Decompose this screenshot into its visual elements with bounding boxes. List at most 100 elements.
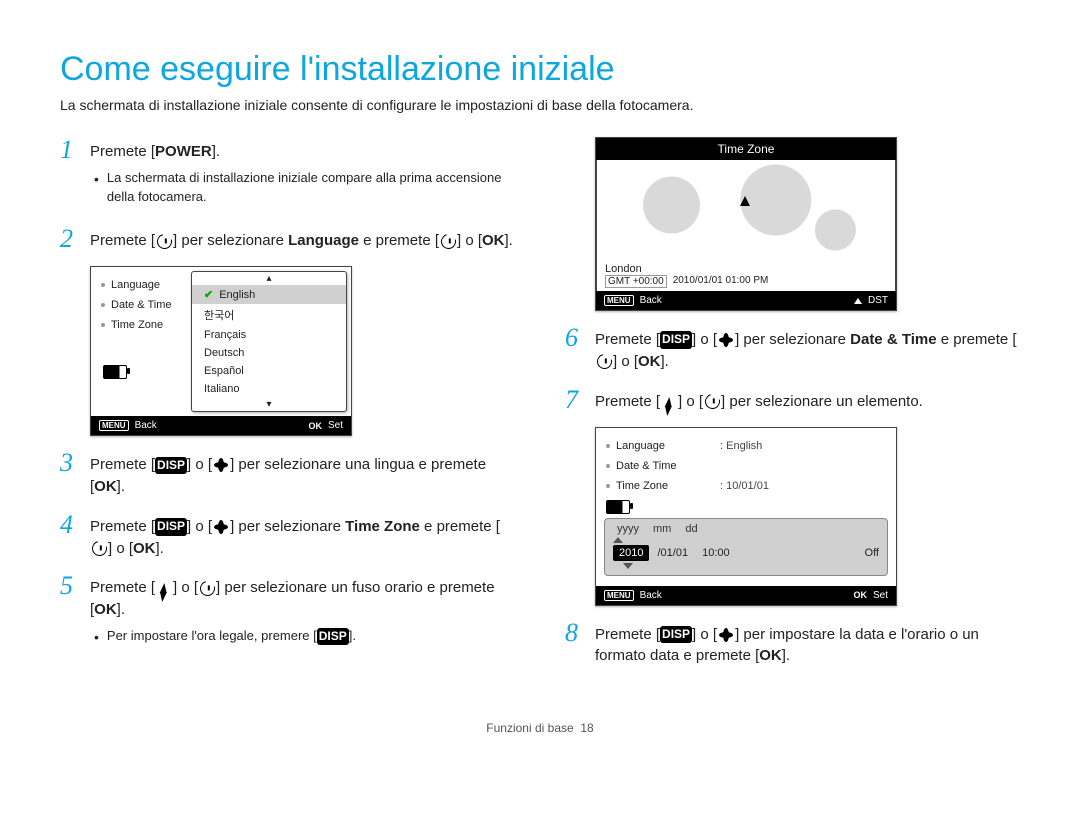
s1-bullet: La schermata di installazione iniziale c… (107, 169, 515, 207)
step-number: 2 (60, 226, 80, 252)
off-val: Off (865, 547, 879, 559)
ok-label: OK (94, 601, 117, 618)
s2-b: ] per selezionare (173, 232, 288, 249)
step-number: 6 (565, 325, 585, 373)
disp-label: DISP (155, 518, 187, 535)
year-selected: 2010 (613, 545, 649, 561)
disp-label: DISP (660, 331, 692, 348)
datetime-label: Date & Time (850, 331, 936, 348)
up-icon (613, 537, 623, 543)
ok-label: OK (638, 353, 661, 370)
lang-korean: 한국어 (192, 304, 346, 326)
s6-b: ] o [ (692, 331, 717, 348)
s3-d: ]. (117, 478, 125, 495)
s7-c: ] per selezionare un elemento. (721, 393, 923, 410)
language-screen: Language Date & Time Time Zone ▴ ✔Englis… (90, 266, 352, 436)
step-number: 1 (60, 137, 80, 212)
map-pin-icon (740, 196, 750, 206)
menu-item-language: Language (616, 440, 665, 452)
bullet-dot: • (94, 627, 99, 647)
s8-b: ] o [ (692, 626, 717, 643)
step-number: 8 (565, 620, 585, 668)
s7-b: ] o [ (678, 393, 703, 410)
up-icon (854, 298, 862, 304)
lcd-footer: MENUBack OKSet (596, 586, 896, 605)
menu-item-timezone: Time Zone (111, 319, 163, 331)
timer-icon (198, 580, 216, 596)
disp-label: DISP (155, 457, 187, 474)
language-label: Language (288, 232, 359, 249)
menu-item-timezone: Time Zone (616, 480, 668, 492)
lcd-footer: MENUBack OKSet (91, 416, 351, 435)
s5-b: ] o [ (173, 579, 198, 596)
date-input-box: yyyy mm dd 2010 /01/01 10:00 (604, 518, 888, 576)
flash-icon (155, 580, 173, 596)
step-4: 4 Premete [DISP] o [] per selezionare Ti… (60, 512, 515, 560)
step-6: 6 Premete [DISP] o [] per selezionare Da… (565, 325, 1020, 373)
ok-label: OK (759, 647, 782, 664)
left-column: 1 Premete [POWER]. • La schermata di ins… (60, 137, 515, 681)
tz-datetime: 2010/01/01 01:00 PM (673, 275, 769, 288)
step-number: 4 (60, 512, 80, 560)
time-val: 10:00 (702, 547, 730, 559)
step-5: 5 Premete [] o [] per selezionare un fus… (60, 573, 515, 653)
step-7: 7 Premete [ ] o [ ] per selezionare un ele… (565, 387, 1020, 413)
s2-e: ]. (505, 232, 513, 249)
step-3: 3 Premete [DISP] o [] per selezionare un… (60, 450, 515, 498)
lang-italiano: Italiano (192, 380, 346, 398)
s8-a: Premete [ (595, 626, 660, 643)
head-mm: mm (653, 523, 671, 535)
val-timezone: : 10/01/01 (720, 476, 888, 496)
lang-espanol: Español (192, 362, 346, 380)
menu-list: Language Date & Time Time Zone (600, 432, 716, 500)
step-number: 7 (565, 387, 585, 413)
step-2: 2 Premete [] per selezionare Language e … (60, 226, 515, 252)
s4-d: e premete [ (420, 518, 500, 535)
check-icon: ✔ (204, 288, 213, 301)
s6-c: ] per selezionare (735, 331, 850, 348)
macro-icon (212, 457, 230, 473)
timer-icon (703, 394, 721, 410)
s2-c: e premete [ (359, 232, 439, 249)
scroll-up-icon: ▴ (192, 272, 346, 285)
down-icon (623, 563, 633, 569)
s6-d: e premete [ (937, 331, 1017, 348)
tz-city: London (605, 263, 887, 275)
timer-icon (155, 233, 173, 249)
lang-deutsch: Deutsch (192, 344, 346, 362)
page-footer: Funzioni di base 18 (60, 721, 1020, 735)
tz-info: London GMT +00:00 2010/01/01 01:00 PM (596, 260, 896, 291)
s4-c: ] per selezionare (230, 518, 345, 535)
tz-title: Time Zone (596, 138, 896, 160)
datetime-screen: Language Date & Time Time Zone : English… (595, 427, 897, 606)
s5-d: ]. (117, 601, 125, 618)
battery-icon (606, 500, 630, 514)
timer-icon (595, 354, 613, 370)
ok-label: OK (482, 232, 505, 249)
macro-icon (212, 519, 230, 535)
ok-icon: OK (853, 590, 867, 600)
timezone-screen: Time Zone London GMT +00:00 2010/01/01 0… (595, 137, 897, 311)
s6-a: Premete [ (595, 331, 660, 348)
timer-icon (439, 233, 457, 249)
s5-bullet: Per impostare l'ora legale, premere [DIS… (107, 627, 356, 647)
s1-pre: Premete [ (90, 143, 155, 160)
s4-b: ] o [ (187, 518, 212, 535)
menu-list: Language Date & Time Time Zone (95, 271, 191, 412)
ok-label: OK (133, 540, 156, 557)
menu-icon: MENU (99, 420, 129, 431)
lang-english: ✔English (192, 285, 346, 304)
language-list: ▴ ✔English 한국어 Français Deutsch Español … (191, 271, 347, 412)
step-1: 1 Premete [POWER]. • La schermata di ins… (60, 137, 515, 212)
s6-e: ] o [ (613, 353, 638, 370)
lcd-footer: MENUBack DST (596, 291, 896, 310)
s7-a: Premete [ (595, 393, 660, 410)
date-rest: /01/01 (657, 547, 688, 559)
macro-icon (717, 332, 735, 348)
head-yyyy: yyyy (617, 523, 639, 535)
flash-icon (660, 394, 678, 410)
timezone-label: Time Zone (345, 518, 420, 535)
s3-a: Premete [ (90, 456, 155, 473)
s4-f: ]. (156, 540, 164, 557)
ok-icon: OK (308, 421, 322, 431)
